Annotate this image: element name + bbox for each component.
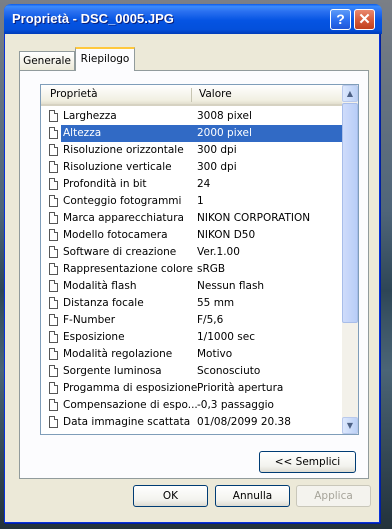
- list-row[interactable]: Compensazione di espo... -0,3 passaggio: [43, 397, 342, 414]
- document-icon: [49, 314, 58, 326]
- document-icon: [49, 161, 58, 173]
- property-value: Motivo: [197, 348, 233, 360]
- list-row[interactable]: F-Number F/5,6: [43, 312, 342, 329]
- list-row[interactable]: Distanza focale 55 mm: [43, 295, 342, 312]
- property-value: Nessun flash: [197, 280, 265, 292]
- property-value: 1/1000 sec: [197, 331, 255, 343]
- list-header: Proprietà Valore: [41, 85, 342, 106]
- properties-list[interactable]: Proprietà Valore Larghezza 3008 pixel Alte…: [40, 84, 359, 435]
- window-title: Proprietà - DSC_0005.JPG: [12, 11, 174, 26]
- list-row[interactable]: Data immagine scattata 01/08/2099 20.38: [43, 414, 342, 431]
- document-icon: [49, 178, 58, 190]
- property-name: Larghezza: [63, 110, 117, 122]
- close-button[interactable]: ✕: [354, 9, 375, 30]
- document-icon: [49, 263, 58, 275]
- vertical-scrollbar[interactable]: ▲ ▼: [342, 85, 358, 434]
- list-row[interactable]: Rappresentazione colore sRGB: [43, 261, 342, 278]
- list-row[interactable]: Risoluzione verticale 300 dpi: [43, 159, 342, 176]
- property-name: Risoluzione orizzontale: [63, 144, 184, 156]
- property-value: Sconosciuto: [197, 365, 261, 377]
- property-value: F/5,6: [197, 314, 224, 326]
- property-name: Sorgente luminosa: [63, 365, 162, 377]
- property-name: Data immagine scattata: [63, 416, 191, 428]
- document-icon: [49, 144, 58, 156]
- tab-generale[interactable]: Generale: [19, 51, 75, 70]
- property-name: Altezza: [63, 127, 102, 139]
- property-value: 300 dpi: [197, 144, 237, 156]
- property-name: F-Number: [63, 314, 116, 326]
- property-name: Modalità regolazione: [63, 348, 173, 360]
- list-row[interactable]: Modello fotocamera NIKON D50: [43, 227, 342, 244]
- property-name: Software di creazione: [63, 246, 177, 258]
- property-name: Profondità in bit: [63, 178, 147, 190]
- list-row[interactable]: Larghezza 3008 pixel: [43, 108, 342, 125]
- property-name: Compensazione di espo...: [63, 399, 198, 411]
- document-icon: [49, 195, 58, 207]
- list-row[interactable]: Marca apparecchiatura NIKON CORPORATION: [43, 210, 342, 227]
- title-bar[interactable]: Proprietà - DSC_0005.JPG ? ✕: [4, 4, 382, 34]
- document-icon: [49, 399, 58, 411]
- semplici-button[interactable]: << Semplici: [259, 451, 356, 473]
- list-row[interactable]: Software di creazione Ver.1.00: [43, 244, 342, 261]
- document-icon: [49, 212, 58, 224]
- property-value: 01/08/2099 20.38: [197, 416, 291, 428]
- property-name: Modello fotocamera: [63, 229, 168, 241]
- document-icon: [49, 365, 58, 377]
- properties-dialog: Proprietà - DSC_0005.JPG ? ✕ Generale Ri…: [4, 4, 382, 523]
- scroll-down-arrow-icon[interactable]: ▼: [342, 417, 358, 434]
- ok-button[interactable]: OK: [133, 485, 208, 507]
- property-name: Distanza focale: [63, 297, 144, 309]
- annulla-button[interactable]: Annulla: [215, 485, 290, 507]
- property-name: Esposizione: [63, 331, 125, 343]
- property-name: Marca apparecchiatura: [63, 212, 184, 224]
- column-separator[interactable]: [191, 88, 192, 102]
- list-row[interactable]: Profondità in bit 24: [43, 176, 342, 193]
- property-value: 2000 pixel: [197, 127, 252, 139]
- column-header-property[interactable]: Proprietà: [50, 88, 98, 100]
- tab-riepilogo[interactable]: Riepilogo: [75, 47, 135, 71]
- document-icon: [49, 246, 58, 258]
- list-row[interactable]: Progamma di esposizione Priorità apertura: [43, 380, 342, 397]
- property-name: Conteggio fotogrammi: [63, 195, 182, 207]
- document-icon: [49, 348, 58, 360]
- property-value: Priorità apertura: [197, 382, 284, 394]
- property-name: Progamma di esposizione: [63, 382, 198, 394]
- property-value: sRGB: [197, 263, 226, 275]
- list-row[interactable]: Modalità regolazione Motivo: [43, 346, 342, 363]
- list-row[interactable]: Risoluzione orizzontale 300 dpi: [43, 142, 342, 159]
- property-value: 1: [197, 195, 204, 207]
- property-value: 3008 pixel: [197, 110, 252, 122]
- property-value: -0,3 passaggio: [197, 399, 274, 411]
- document-icon: [49, 416, 58, 428]
- scroll-up-arrow-icon[interactable]: ▲: [342, 85, 358, 102]
- help-button[interactable]: ?: [330, 9, 351, 30]
- list-row[interactable]: Esposizione 1/1000 sec: [43, 329, 342, 346]
- list-row[interactable]: Sorgente luminosa Sconosciuto: [43, 363, 342, 380]
- property-value: NIKON D50: [197, 229, 256, 241]
- property-value: 55 mm: [197, 297, 235, 309]
- column-header-value[interactable]: Valore: [199, 88, 232, 100]
- property-name: Risoluzione verticale: [63, 161, 172, 173]
- list-row[interactable]: Modalità flash Nessun flash: [43, 278, 342, 295]
- document-icon: [49, 297, 58, 309]
- document-icon: [49, 229, 58, 241]
- document-icon: [49, 280, 58, 292]
- list-row[interactable]: Conteggio fotogrammi 1: [43, 193, 342, 210]
- document-icon: [49, 331, 58, 343]
- scroll-thumb[interactable]: [342, 103, 358, 323]
- document-icon: [49, 127, 58, 139]
- applica-button[interactable]: Applica: [296, 485, 371, 507]
- tab-panel-riepilogo: Proprietà Valore Larghezza 3008 pixel Alte…: [19, 70, 369, 479]
- document-icon: [49, 110, 58, 122]
- property-value: Ver.1.00: [197, 246, 240, 258]
- property-value: 24: [197, 178, 211, 190]
- property-value: NIKON CORPORATION: [197, 212, 311, 224]
- list-row[interactable]: Altezza 2000 pixel: [43, 125, 342, 142]
- property-value: 300 dpi: [197, 161, 237, 173]
- property-name: Modalità flash: [63, 280, 137, 292]
- document-icon: [49, 382, 58, 394]
- property-name: Rappresentazione colore: [63, 263, 193, 275]
